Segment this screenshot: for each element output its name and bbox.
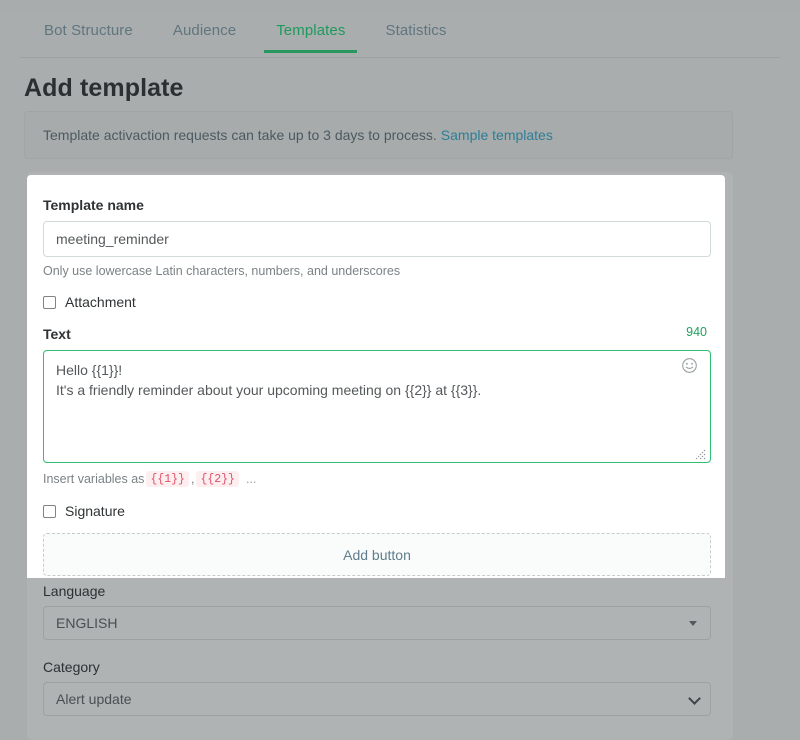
attachment-label: Attachment: [65, 294, 136, 310]
top-band: [0, 0, 800, 12]
tab-bot-structure[interactable]: Bot Structure: [24, 12, 153, 53]
template-form-card: Template name Only use lowercase Latin c…: [27, 175, 725, 578]
variable-chip-1[interactable]: {{1}}: [146, 471, 189, 487]
variable-hint-prefix: Insert variables as: [43, 472, 144, 486]
add-button-label: Add button: [343, 547, 411, 563]
signature-checkbox-row[interactable]: Signature: [43, 503, 709, 519]
page-root: Bot Structure Audience Templates Statist…: [0, 0, 800, 740]
signature-label: Signature: [65, 503, 125, 519]
character-counter: 940: [686, 325, 707, 339]
language-label: Language: [43, 583, 713, 599]
attachment-checkbox-row[interactable]: Attachment: [43, 294, 709, 310]
tab-statistics[interactable]: Statistics: [365, 12, 466, 53]
smiley-icon[interactable]: [681, 357, 698, 374]
attachment-checkbox[interactable]: [43, 296, 56, 309]
add-button-button[interactable]: Add button: [43, 533, 711, 576]
chevron-down-icon: [688, 692, 701, 705]
tab-bar-divider: [20, 57, 780, 58]
active-tab-underline: [264, 50, 357, 53]
tab-label: Statistics: [385, 22, 446, 39]
template-name-label: Template name: [43, 197, 709, 213]
category-label: Category: [43, 659, 713, 675]
template-name-input[interactable]: [43, 221, 711, 257]
text-field-block: Text 940 Hello {{1}}! It's a friendly re…: [43, 326, 709, 487]
variable-hint: Insert variables as {{1}} , {{2}} ...: [43, 471, 709, 487]
tab-label: Audience: [173, 22, 236, 39]
tab-bar: Bot Structure Audience Templates Statist…: [0, 12, 800, 58]
category-select[interactable]: Alert update: [43, 682, 711, 716]
tab-label: Bot Structure: [44, 22, 133, 39]
signature-checkbox[interactable]: [43, 505, 56, 518]
category-value: Alert update: [56, 691, 132, 707]
tab-templates[interactable]: Templates: [256, 12, 365, 53]
field-spacer: [43, 640, 713, 659]
language-value: ENGLISH: [56, 615, 117, 631]
textarea-wrapper: Hello {{1}}! It's a friendly reminder ab…: [43, 350, 709, 463]
info-banner: Template activaction requests can take u…: [24, 111, 733, 159]
sample-templates-link[interactable]: Sample templates: [441, 127, 553, 143]
page-title: Add template: [24, 74, 184, 103]
tab-label: Templates: [276, 22, 345, 39]
tab-audience[interactable]: Audience: [153, 12, 256, 53]
template-name-hint: Only use lowercase Latin characters, num…: [43, 264, 709, 278]
dimmed-fields-section: Language ENGLISH Category Alert update: [43, 583, 713, 716]
variable-chip-2[interactable]: {{2}}: [196, 471, 239, 487]
variable-hint-suffix: ...: [246, 472, 256, 486]
message-text-textarea[interactable]: Hello {{1}}! It's a friendly reminder ab…: [43, 350, 711, 463]
text-label: Text: [43, 326, 709, 342]
chevron-down-icon: [689, 621, 697, 626]
info-banner-text: Template activaction requests can take u…: [43, 127, 437, 143]
language-select[interactable]: ENGLISH: [43, 606, 711, 640]
tab-list: Bot Structure Audience Templates Statist…: [24, 12, 466, 53]
variable-hint-separator: ,: [191, 472, 194, 486]
